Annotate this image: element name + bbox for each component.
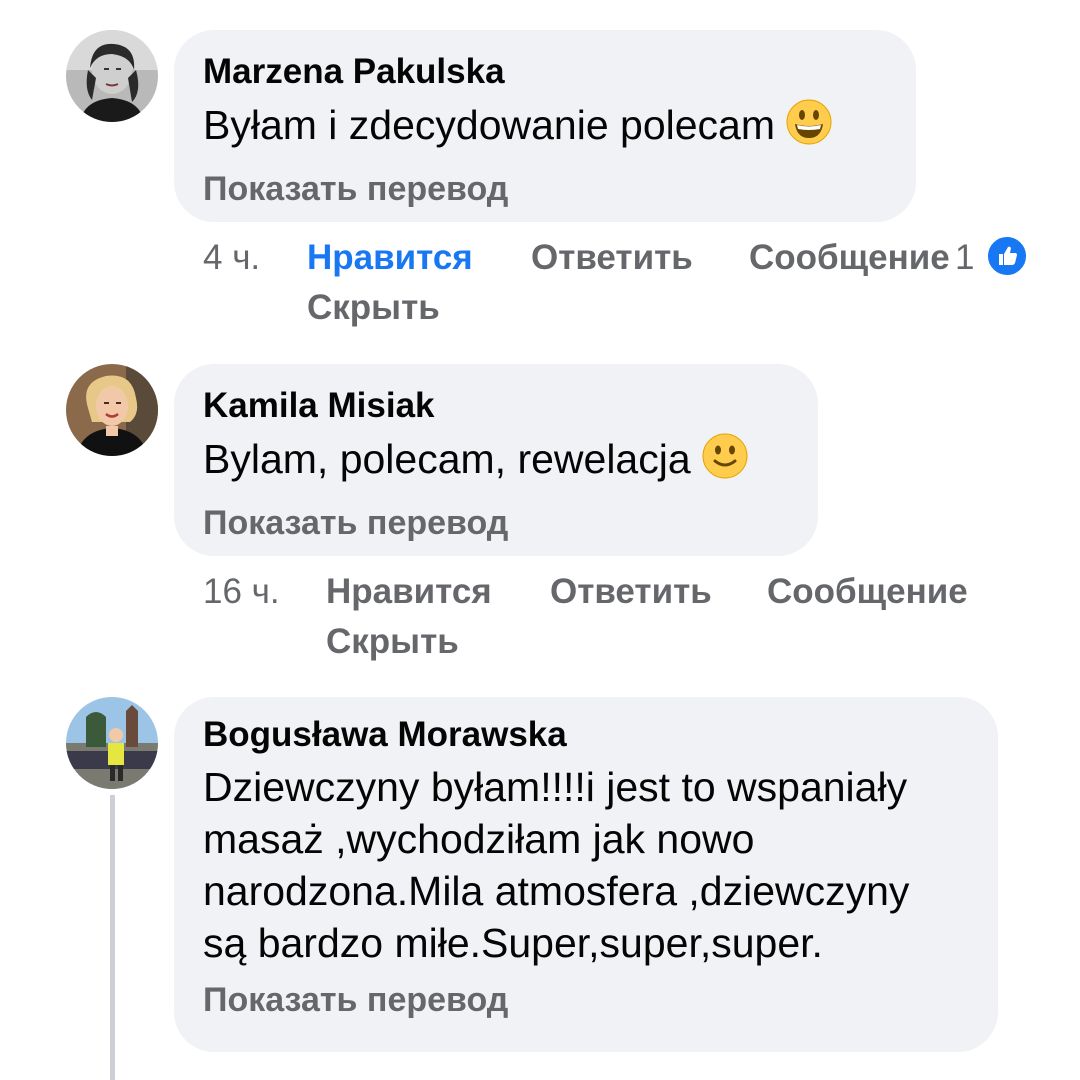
avatar-photo-icon: [66, 364, 158, 456]
comment-text: Byłam i zdecydowanie polecam: [203, 98, 887, 158]
comment-text: Bylam, polecam, rewelacja: [203, 432, 789, 492]
like-button[interactable]: Нравится: [307, 232, 473, 284]
comment-author[interactable]: Kamila Misiak: [203, 386, 789, 426]
message-button[interactable]: Сообщение: [767, 566, 968, 618]
comment-text-line: są bardzo miłe.Super,super,super.: [203, 920, 823, 966]
comment-text-line: masaż ,wychodziłam jak nowo: [203, 816, 755, 862]
comment-time[interactable]: 16 ч.: [203, 566, 280, 618]
like-reaction-icon[interactable]: [985, 234, 1029, 278]
comment-text-line: narodzona.Mila atmosfera ,dziewczyny: [203, 868, 910, 914]
show-translation-link[interactable]: Показать перевод: [203, 979, 969, 1021]
hide-button[interactable]: Скрыть: [307, 282, 440, 334]
comment-author[interactable]: Bogusława Morawska: [203, 715, 969, 755]
comment-text-content: Bylam, polecam, rewelacja: [203, 436, 691, 482]
message-button[interactable]: Сообщение: [749, 232, 950, 284]
avatar-photo-icon: [66, 697, 158, 789]
avatar[interactable]: [66, 364, 158, 456]
avatar[interactable]: [66, 30, 158, 122]
hide-button[interactable]: Скрыть: [326, 616, 459, 668]
show-translation-link[interactable]: Показать перевод: [203, 168, 887, 210]
comment-text: Dziewczyny byłam!!!!i jest to wspaniały …: [203, 761, 969, 969]
avatar-photo-icon: [66, 30, 158, 122]
comment-author[interactable]: Marzena Pakulska: [203, 52, 887, 92]
grinning-face-icon: [785, 98, 833, 158]
comment-text-content: Byłam i zdecydowanie polecam: [203, 102, 775, 148]
slightly-smiling-face-icon: [701, 432, 749, 492]
comment-bubble: Marzena Pakulska Byłam i zdecydowanie po…: [174, 30, 916, 222]
comment-time[interactable]: 4 ч.: [203, 232, 260, 284]
like-button[interactable]: Нравится: [326, 566, 492, 618]
show-translation-link[interactable]: Показать перевод: [203, 502, 789, 544]
avatar[interactable]: [66, 697, 158, 789]
reply-button[interactable]: Ответить: [550, 566, 712, 618]
reaction-count[interactable]: 1: [955, 232, 974, 284]
reply-thread-line: [110, 795, 115, 1080]
comment-text-line: Dziewczyny byłam!!!!i jest to wspaniały: [203, 764, 908, 810]
reply-button[interactable]: Ответить: [531, 232, 693, 284]
comment-bubble: Bogusława Morawska Dziewczyny byłam!!!!i…: [174, 697, 998, 1052]
comment-bubble: Kamila Misiak Bylam, polecam, rewelacja …: [174, 364, 818, 556]
